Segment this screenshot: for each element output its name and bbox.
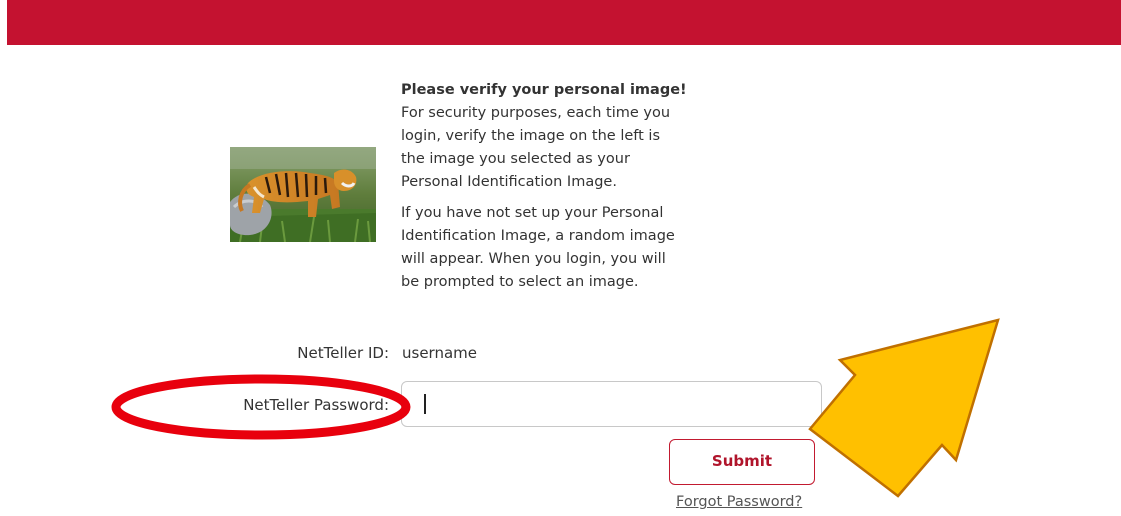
tiger-photo-icon <box>230 147 376 242</box>
verify-p2-line: If you have not set up your Personal <box>401 205 664 221</box>
netteller-id-label: NetTeller ID: <box>297 344 389 362</box>
header-bar <box>7 0 1121 45</box>
yellow-arrow-icon <box>808 318 1000 498</box>
forgot-password-link[interactable]: Forgot Password? <box>676 494 802 510</box>
netteller-id-value: username <box>402 344 477 362</box>
verify-p1-line: the image you selected as your <box>401 151 630 167</box>
submit-button[interactable]: Submit <box>669 439 815 485</box>
text-caret <box>424 394 426 414</box>
verify-paragraph-2: If you have not set up your Personal Ide… <box>401 202 821 294</box>
verify-title: Please verify your personal image! <box>401 82 687 98</box>
verify-p1-line: Personal Identification Image. <box>401 174 617 190</box>
verify-p2-line: will appear. When you login, you will <box>401 251 666 267</box>
verify-instructions: Please verify your personal image! For s… <box>401 79 821 294</box>
netteller-password-label: NetTeller Password: <box>243 396 389 414</box>
verify-paragraph-1: For security purposes, each time you log… <box>401 102 821 194</box>
verify-p1-line: For security purposes, each time you <box>401 105 671 121</box>
verify-p2-line: be prompted to select an image. <box>401 274 639 290</box>
verify-p1-line: login, verify the image on the left is <box>401 128 661 144</box>
login-page: Please verify your personal image! For s… <box>0 0 1121 516</box>
personal-identification-image <box>230 147 376 242</box>
password-input[interactable] <box>401 381 822 427</box>
verify-p2-line: Identification Image, a random image <box>401 228 675 244</box>
